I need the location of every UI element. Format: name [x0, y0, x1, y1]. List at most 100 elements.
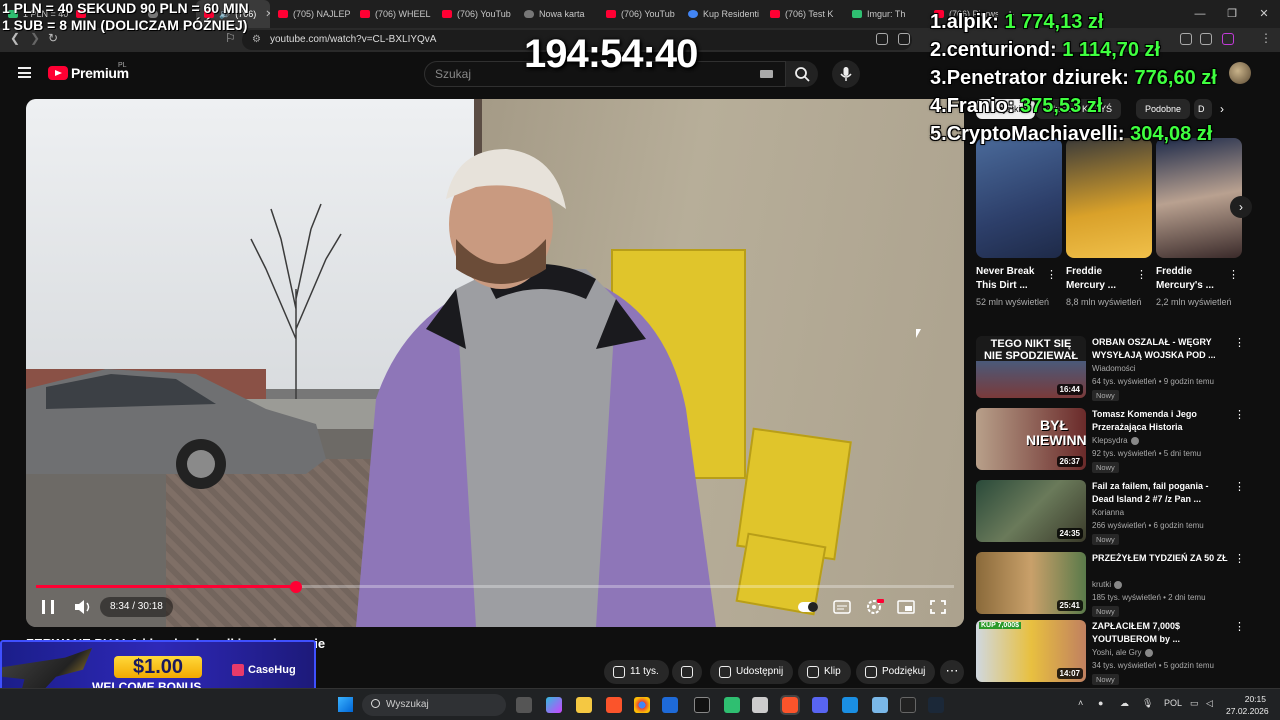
language-indicator[interactable]: POL [1164, 698, 1182, 708]
autoplay-toggle[interactable] [798, 602, 818, 612]
store-icon[interactable] [662, 697, 678, 713]
system-clock[interactable]: 20:15 27.02.2026 [1226, 693, 1269, 717]
shorts-next-button[interactable]: › [1230, 196, 1252, 218]
tray-app-icon[interactable]: ☁ [1120, 698, 1129, 709]
discord-icon[interactable] [812, 697, 828, 713]
chrome-icon[interactable] [634, 697, 650, 713]
more-vert-icon[interactable]: ⋮ [1136, 268, 1147, 281]
fullscreen-icon[interactable] [927, 597, 949, 617]
browser-tab[interactable]: (706) YouTub [434, 0, 516, 28]
browser-tab[interactable]: Imgur: Th [844, 0, 926, 28]
video-thumbnail[interactable]: KUP 7,000$ 14:07 [976, 620, 1086, 682]
channel-name[interactable]: Korianna [1092, 508, 1124, 517]
short-title[interactable]: Freddie Mercury's ... [1156, 265, 1232, 293]
more-vert-icon[interactable]: ⋮ [1234, 620, 1245, 633]
recommended-video[interactable]: BYŁ NIEWINNY 26:37 Tomasz Komenda i Jego… [976, 408, 1246, 474]
short-title[interactable]: Freddie Mercury ... [1066, 265, 1142, 293]
menu-icon[interactable]: ⋮ [1260, 31, 1272, 45]
maximize-icon[interactable]: ❐ [1216, 0, 1248, 28]
miniplayer-icon[interactable] [895, 597, 917, 617]
volume-icon[interactable]: ◁ [1206, 698, 1213, 709]
pause-icon[interactable] [42, 600, 54, 614]
obs-icon[interactable] [694, 697, 710, 713]
short-thumbnail[interactable] [1156, 138, 1242, 258]
task-view-icon[interactable] [516, 697, 532, 713]
settings-gear-icon[interactable] [863, 597, 885, 617]
avatar[interactable] [1229, 62, 1251, 84]
vpn-icon[interactable] [1222, 33, 1234, 45]
youtube-logo-icon[interactable] [48, 66, 68, 80]
file-explorer-icon[interactable] [576, 697, 592, 713]
verified-icon [1130, 436, 1139, 445]
recommended-video[interactable]: 25:41 PRZEŻYŁEM TYDZIEŃ ZA 50 ZŁ krutki … [976, 552, 1246, 618]
tray-app-icon[interactable]: ● [1098, 698, 1103, 708]
hamburger-menu-icon[interactable] [18, 67, 31, 78]
video-thumbnail[interactable]: TEGO NIKT SIĘ NIE SPODZIEWAŁ 16:44 [976, 336, 1086, 398]
calculator-icon[interactable] [752, 697, 768, 713]
more-actions-button[interactable]: ⋯ [940, 660, 964, 684]
chevron-up-icon[interactable]: ˄ [1078, 698, 1083, 708]
chevron-right-icon[interactable]: › [1220, 102, 1224, 116]
taskbar-search[interactable]: Wyszukaj [362, 694, 506, 716]
windows-start-icon[interactable] [338, 697, 353, 712]
more-vert-icon[interactable]: ⋮ [1234, 408, 1245, 421]
browser-tab[interactable]: Nowa karta [516, 0, 598, 28]
site-info-icon[interactable]: ⚙ [252, 30, 261, 50]
scissors-icon [807, 666, 819, 678]
channel-name[interactable]: Yoshi, ale Gry [1092, 648, 1153, 657]
copilot-icon[interactable] [546, 697, 562, 713]
browser-tab[interactable]: (706) YouTub [598, 0, 680, 28]
steam-icon[interactable] [928, 697, 944, 713]
recommended-video[interactable]: TEGO NIKT SIĘ NIE SPODZIEWAŁ 16:44 ORBAN… [976, 336, 1246, 402]
video-player[interactable]: 8:34 / 30:18 [26, 99, 964, 627]
brave-icon[interactable] [606, 697, 622, 713]
terminal-icon[interactable] [900, 697, 916, 713]
recommended-video[interactable]: KUP 7,000$ 14:07 ZAPŁACIŁEM 7,000$ YOUTU… [976, 620, 1246, 686]
browser-tab[interactable]: (706) Test K [762, 0, 844, 28]
video-title[interactable]: ZAPŁACIŁEM 7,000$ YOUTUBEROM by ... [1092, 620, 1228, 647]
share-icon[interactable] [898, 33, 910, 45]
video-title[interactable]: Tomasz Komenda i Jego Przerażająca Histo… [1092, 408, 1228, 435]
app-icon[interactable] [842, 697, 858, 713]
progress-bar[interactable] [36, 580, 954, 593]
thanks-button[interactable]: Podziękuj [856, 660, 936, 684]
channel-name[interactable]: Klepsydra [1092, 436, 1139, 445]
voice-search-button[interactable] [832, 60, 860, 88]
video-title[interactable]: Fail za failem, fail pogania - Dead Isla… [1092, 480, 1228, 507]
more-vert-icon[interactable]: ⋮ [1234, 552, 1245, 565]
search-button[interactable] [786, 61, 818, 87]
keyboard-icon[interactable] [760, 70, 773, 78]
browser-tab[interactable]: (705) NAJLEP [270, 0, 352, 28]
more-vert-icon[interactable]: ⋮ [1234, 480, 1245, 493]
video-title[interactable]: PRZEŻYŁEM TYDZIEŃ ZA 50 ZŁ [1092, 552, 1228, 579]
video-title[interactable]: ORBAN OSZALAŁ - WĘGRY WYSYŁAJĄ WOJSKA PO… [1092, 336, 1228, 363]
more-vert-icon[interactable]: ⋮ [1228, 268, 1239, 281]
browser-tab[interactable]: Kup Residenti [680, 0, 762, 28]
video-thumbnail[interactable]: 24:35 [976, 480, 1086, 542]
recommended-video[interactable]: 24:35 Fail za failem, fail pogania - Dea… [976, 480, 1246, 546]
video-thumbnail[interactable]: BYŁ NIEWINNY 26:37 [976, 408, 1086, 470]
more-vert-icon[interactable]: ⋮ [1234, 336, 1245, 349]
more-vert-icon[interactable]: ⋮ [1046, 268, 1057, 281]
channel-name[interactable]: Wiadomości [1092, 364, 1136, 373]
cast-icon[interactable] [876, 33, 888, 45]
like-button[interactable]: 11 tys. [604, 660, 669, 684]
share-button[interactable]: Udostępnij [710, 660, 794, 684]
network-icon[interactable]: ▭ [1190, 698, 1199, 709]
app-icon[interactable] [724, 697, 740, 713]
short-thumbnail[interactable] [1066, 138, 1152, 258]
dislike-button[interactable] [672, 660, 702, 684]
progress-knob[interactable] [289, 580, 302, 593]
short-thumbnail[interactable] [976, 138, 1062, 258]
subtitles-icon[interactable] [831, 597, 853, 617]
video-thumbnail[interactable]: 25:41 [976, 552, 1086, 614]
brave-icon[interactable] [780, 695, 800, 715]
clip-button[interactable]: Klip [798, 660, 851, 684]
short-title[interactable]: Never Break This Dirt ... [976, 265, 1052, 293]
close-icon[interactable]: ✕ [1248, 0, 1280, 28]
volume-icon[interactable] [74, 599, 92, 615]
photos-icon[interactable] [872, 697, 888, 713]
browser-tab[interactable]: (706) WHEEL [352, 0, 434, 28]
microphone-icon[interactable]: 🎙 [1142, 698, 1153, 709]
channel-name[interactable]: krutki [1092, 580, 1123, 589]
